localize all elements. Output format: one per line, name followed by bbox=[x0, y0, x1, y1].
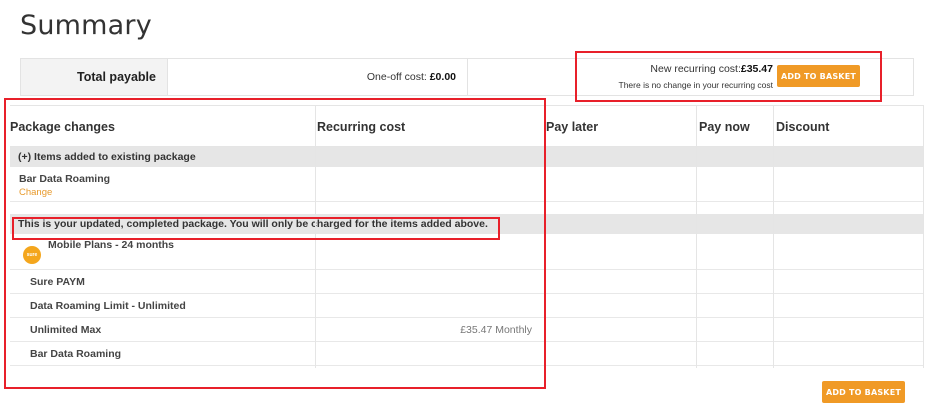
total-payable-cell: Total payable bbox=[21, 59, 168, 95]
highlight-box-package bbox=[4, 98, 546, 389]
header-pay-now: Pay now bbox=[699, 120, 750, 134]
total-payable-label: Total payable bbox=[77, 70, 156, 84]
page-title: Summary bbox=[20, 10, 152, 41]
add-to-basket-button-bottom[interactable]: ADD TO BASKET bbox=[822, 381, 905, 403]
highlight-box-recurring bbox=[575, 51, 882, 102]
header-pay-later: Pay later bbox=[546, 120, 599, 134]
one-off-cost-value: £0.00 bbox=[429, 71, 456, 83]
one-off-cost: One-off cost: £0.00 bbox=[367, 71, 456, 83]
column-divider bbox=[773, 105, 774, 368]
summary-divider bbox=[467, 59, 468, 95]
header-discount: Discount bbox=[776, 120, 830, 134]
highlight-box-note bbox=[12, 217, 500, 240]
column-divider bbox=[696, 105, 697, 368]
one-off-cost-label: One-off cost: bbox=[366, 71, 427, 83]
column-divider bbox=[923, 105, 924, 368]
